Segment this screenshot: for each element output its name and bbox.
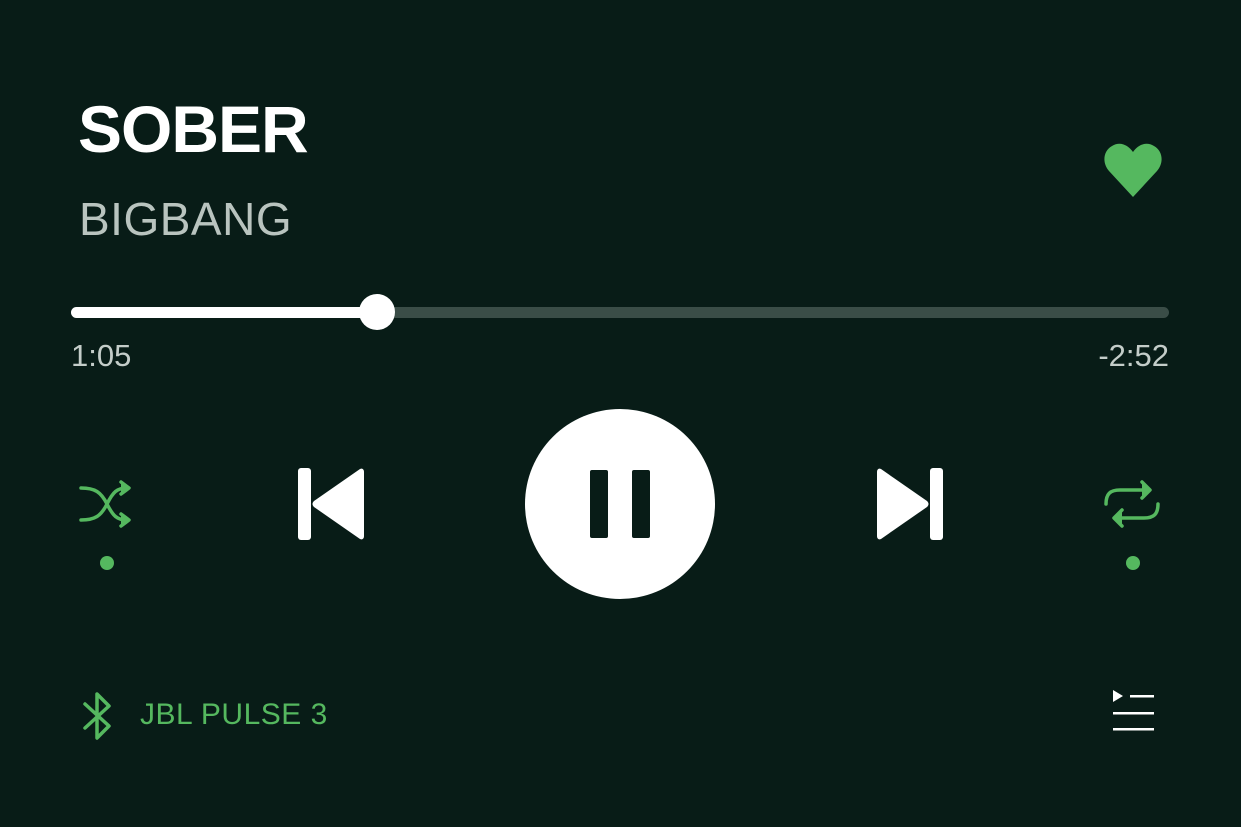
pause-icon (590, 470, 650, 538)
shuffle-button[interactable] (79, 480, 135, 528)
queue-icon (1113, 690, 1154, 731)
skip-next-icon (877, 468, 943, 540)
repeat-active-indicator (1126, 556, 1140, 570)
track-title: SOBER (78, 92, 309, 166)
queue-button[interactable] (1110, 688, 1156, 734)
progress-handle[interactable] (359, 294, 396, 330)
now-playing-screen: SOBER BIGBANG 1:05 -2:52 JBL PULSE 3 (0, 0, 1241, 827)
previous-track-button[interactable] (296, 466, 368, 542)
bluetooth-icon (82, 690, 114, 742)
elapsed-time: 1:05 (71, 338, 132, 373)
shuffle-icon (79, 480, 131, 528)
skip-previous-icon (298, 468, 364, 540)
heart-icon (1104, 143, 1162, 197)
track-artist[interactable]: BIGBANG (79, 196, 292, 242)
like-button[interactable] (1101, 141, 1165, 201)
next-track-button[interactable] (873, 466, 945, 542)
connected-device-name[interactable]: JBL PULSE 3 (140, 700, 328, 730)
shuffle-active-indicator (100, 556, 114, 570)
remaining-time: -2:52 (1098, 338, 1169, 373)
repeat-icon (1104, 480, 1160, 528)
progress-bar[interactable] (71, 294, 1169, 330)
repeat-button[interactable] (1100, 478, 1164, 530)
progress-fill (71, 307, 378, 318)
pause-button[interactable] (525, 409, 715, 599)
